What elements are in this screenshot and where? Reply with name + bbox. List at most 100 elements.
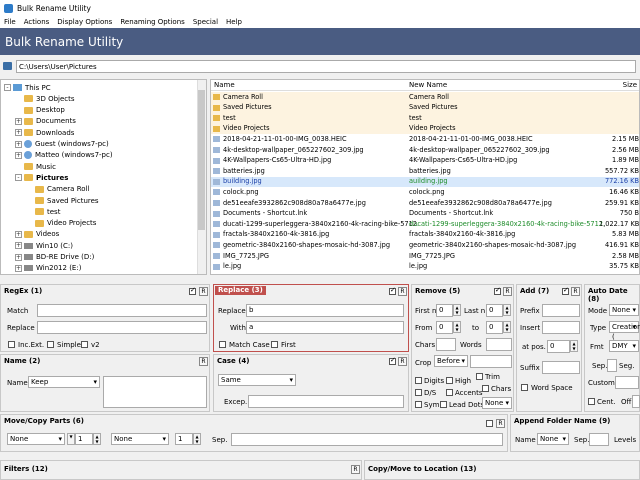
move-copy-reset-button[interactable]: R <box>496 419 505 428</box>
append-name-select[interactable]: None <box>537 433 569 445</box>
tree-item[interactable]: + Win10 (C:) <box>15 240 73 251</box>
at-pos-input[interactable]: 0 <box>547 340 570 353</box>
file-row[interactable]: batteries.jpg batteries.jpg 557.72 KB <box>211 166 639 177</box>
expand-icon[interactable]: + <box>15 151 22 159</box>
lead-dots-select[interactable]: None <box>482 397 512 409</box>
expand-icon[interactable]: + <box>15 242 22 250</box>
tree-item[interactable]: test <box>26 206 60 217</box>
from-input[interactable]: 0 <box>436 321 453 334</box>
replace-reset-button[interactable]: R <box>398 287 407 296</box>
high-checkbox[interactable] <box>446 377 453 384</box>
prefix-input[interactable] <box>542 304 580 317</box>
col-name[interactable]: Name <box>214 81 235 89</box>
tree-scroll-thumb[interactable] <box>198 90 205 230</box>
move-copy-n2-input[interactable]: 1 <box>175 433 193 445</box>
regex-simple-checkbox[interactable] <box>47 341 54 348</box>
insert-input[interactable] <box>542 321 580 334</box>
replace-input[interactable]: b <box>246 304 404 317</box>
case-reset-button[interactable]: R <box>398 357 407 366</box>
lead-dots-checkbox[interactable] <box>440 401 447 408</box>
file-row[interactable]: building.jpg auilding.jpg 772.16 KB <box>211 176 639 188</box>
regex-match-input[interactable] <box>37 304 207 317</box>
menu-file[interactable]: File <box>0 18 20 26</box>
last-n-input[interactable]: 0 <box>486 304 503 317</box>
chars-checkbox[interactable] <box>482 385 489 392</box>
chars-input[interactable] <box>436 338 456 351</box>
expand-icon[interactable]: + <box>15 140 22 148</box>
col-size[interactable]: Size <box>623 81 637 89</box>
tree-item[interactable]: Video Projects <box>26 218 96 229</box>
remove-reset-button[interactable]: R <box>503 287 512 296</box>
expand-icon[interactable]: + <box>15 117 22 125</box>
move-copy-enable-checkbox[interactable] <box>486 420 493 427</box>
tree-item[interactable]: - Pictures <box>15 172 68 183</box>
file-row[interactable]: test test <box>211 113 639 124</box>
to-input[interactable]: 0 <box>486 321 503 334</box>
move-copy-sep-input[interactable] <box>231 433 503 446</box>
file-row[interactable]: fractals-3840x2160-4k-3816.jpg fractals-3… <box>211 230 639 241</box>
file-row[interactable]: Documents - Shortcut.lnk Documents - Shor… <box>211 209 639 220</box>
case-enable-checkbox[interactable] <box>389 356 396 365</box>
replace-enable-checkbox[interactable] <box>389 286 396 295</box>
filters-reset-button[interactable]: R <box>351 465 360 474</box>
fmt-select[interactable]: DMY <box>609 340 639 352</box>
move-copy-to-select[interactable]: None <box>111 433 169 445</box>
mode-select[interactable]: None <box>609 304 639 316</box>
expand-icon[interactable]: + <box>15 253 22 261</box>
expand-icon[interactable]: + <box>15 129 22 137</box>
cent-checkbox[interactable] <box>588 398 595 405</box>
tree-item[interactable]: Music <box>15 161 56 172</box>
sep-input[interactable] <box>607 359 617 372</box>
tree-item[interactable]: + Guest (windows7-pc) <box>15 139 109 150</box>
tree-item[interactable]: + Win2012 (E:) <box>15 263 81 274</box>
move-copy-n1-input[interactable]: 1 <box>75 433 93 445</box>
tree-item[interactable]: Saved Pictures <box>26 195 99 206</box>
name-select[interactable]: Keep <box>28 376 100 388</box>
file-row[interactable]: 4K-Wallpapers-Cs65-Ultra-HD.jpg 4K-Wallpa… <box>211 156 639 167</box>
folder-nav-icon[interactable] <box>3 62 12 70</box>
file-row[interactable]: de51eeafe3932862c908d80a78a6477e.jpg de51… <box>211 198 639 209</box>
regex-v2-checkbox[interactable] <box>81 341 88 348</box>
tree-item[interactable]: 3D Objects <box>15 93 75 104</box>
menu-display-options[interactable]: Display Options <box>53 18 116 26</box>
file-row[interactable]: 2018-04-21-11-01-00-IMG_0038.HEIC 2018-04… <box>211 134 639 145</box>
name-reset-button[interactable]: R <box>199 357 208 366</box>
regex-incext-checkbox[interactable] <box>8 341 15 348</box>
add-reset-button[interactable]: R <box>571 287 580 296</box>
menu-renaming-options[interactable]: Renaming Options <box>116 18 188 26</box>
digits-checkbox[interactable] <box>415 377 422 384</box>
crop-select[interactable]: Before <box>434 355 468 367</box>
file-row[interactable]: Camera Roll Camera Roll <box>211 92 639 103</box>
file-row[interactable]: colock.png colock.png 16.46 KB <box>211 187 639 198</box>
add-enable-checkbox[interactable] <box>562 286 569 295</box>
collapse-icon[interactable]: - <box>15 174 22 182</box>
file-row[interactable]: ducati-1299-superleggera-3840x2160-4k-ra… <box>211 219 639 230</box>
match-case-checkbox[interactable] <box>219 341 226 348</box>
first-n-spinner[interactable]: ▲ ▼ <box>453 304 461 316</box>
file-row[interactable]: 4k-desktop-wallpaper_065227602_309.jpg 4k… <box>211 145 639 156</box>
path-input[interactable] <box>16 60 636 73</box>
remove-enable-checkbox[interactable] <box>494 286 501 295</box>
to-spinner[interactable]: ▲ ▼ <box>503 321 511 333</box>
move-copy-from-select[interactable]: None <box>7 433 65 445</box>
from-spinner[interactable]: ▲ ▼ <box>453 321 461 333</box>
suffix-input[interactable] <box>542 361 580 374</box>
word-space-checkbox[interactable] <box>521 384 528 391</box>
menu-help[interactable]: Help <box>222 18 246 26</box>
name-input[interactable] <box>103 376 207 408</box>
first-n-input[interactable]: 0 <box>436 304 453 317</box>
file-row[interactable]: geometric-3840x2160-shapes-mosaic-hd-308… <box>211 240 639 251</box>
file-row[interactable]: ...... <box>211 272 639 274</box>
menu-special[interactable]: Special <box>189 18 222 26</box>
ds-checkbox[interactable] <box>415 389 422 396</box>
tree-item[interactable]: + BD-RE Drive (D:) <box>15 252 94 263</box>
expand-icon[interactable]: + <box>15 230 22 238</box>
regex-replace-input[interactable] <box>37 321 207 334</box>
file-row[interactable]: le.jpg le.jpg 35.75 KB <box>211 262 639 273</box>
first-checkbox[interactable] <box>271 341 278 348</box>
tree-scrollbar[interactable] <box>197 80 206 274</box>
col-new-name[interactable]: New Name <box>409 81 447 89</box>
last-n-spinner[interactable]: ▲ ▼ <box>503 304 511 316</box>
tree-item[interactable]: - This PC <box>4 82 51 93</box>
tree-item[interactable]: + Videos <box>15 229 59 240</box>
